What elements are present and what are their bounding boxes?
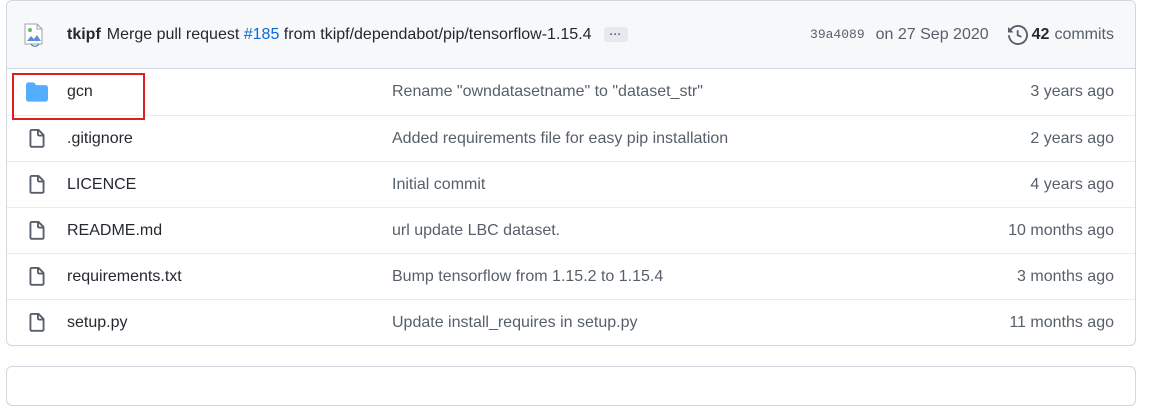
file-row[interactable]: .gitignore Added requirements file for ea…	[7, 115, 1135, 161]
file-icon	[26, 128, 48, 150]
file-list: gcn Rename "owndatasetname" to "dataset_s…	[7, 69, 1135, 345]
folder-icon	[26, 81, 48, 103]
file-name-link[interactable]: gcn	[67, 83, 392, 101]
file-name-link[interactable]: setup.py	[67, 314, 392, 332]
pull-request-link[interactable]: #185	[244, 26, 280, 43]
file-age: 10 months ago	[1008, 221, 1114, 239]
commits-label: commits	[1054, 25, 1114, 43]
file-row[interactable]: requirements.txt Bump tensorflow from 1.1…	[7, 253, 1135, 299]
file-commit-message-link[interactable]: Bump tensorflow from 1.15.2 to 1.15.4	[392, 268, 1017, 286]
commit-author-link[interactable]: tkipf	[67, 26, 101, 44]
file-icon	[26, 174, 48, 196]
file-row[interactable]: LICENCE Initial commit 4 years ago	[7, 161, 1135, 207]
file-commit-message-link[interactable]: Added requirements file for easy pip ins…	[392, 130, 1030, 148]
commit-count: 42	[1031, 25, 1050, 43]
file-icon	[26, 312, 48, 334]
file-browser: tkipf Merge pull request #185 from tkipf…	[6, 0, 1136, 346]
latest-commit-bar: tkipf Merge pull request #185 from tkipf…	[7, 1, 1135, 69]
file-age: 3 years ago	[1030, 83, 1114, 100]
file-row[interactable]: gcn Rename "owndatasetname" to "dataset_s…	[7, 69, 1135, 115]
expand-commit-button[interactable]: ...	[603, 27, 628, 42]
commit-date: on 27 Sep 2020	[875, 25, 989, 43]
history-icon	[1007, 24, 1028, 45]
broken-image-icon	[24, 23, 43, 47]
commit-history-link[interactable]: 42 commits	[1007, 24, 1114, 45]
file-age: 11 months ago	[1009, 313, 1114, 331]
file-name-link[interactable]: .gitignore	[67, 130, 392, 148]
file-commit-message-link[interactable]: url update LBC dataset.	[392, 222, 1008, 240]
commit-message[interactable]: Merge pull request #185 from tkipf/depen…	[107, 26, 592, 44]
file-age: 2 years ago	[1030, 129, 1114, 147]
file-icon	[26, 266, 48, 288]
file-icon	[26, 220, 48, 242]
commit-message-suffix[interactable]: from tkipf/dependabot/pip/tensorflow-1.1…	[284, 26, 592, 43]
file-row[interactable]: README.md url update LBC dataset. 10 month…	[7, 207, 1135, 253]
avatar[interactable]	[21, 22, 47, 48]
file-name-link[interactable]: requirements.txt	[67, 268, 392, 286]
commit-message-prefix[interactable]: Merge pull request	[107, 26, 240, 43]
file-name-link[interactable]: LICENCE	[67, 176, 392, 194]
file-commit-message-link[interactable]: Initial commit	[392, 176, 1030, 194]
file-row[interactable]: setup.py Update install_requires in setup…	[7, 299, 1135, 345]
commit-sha-link[interactable]: 39a4089	[810, 27, 865, 42]
file-age: 4 years ago	[1030, 175, 1114, 193]
file-commit-message-link[interactable]: Update install_requires in setup.py	[392, 314, 1009, 332]
readme-box	[6, 366, 1136, 406]
file-name-link[interactable]: README.md	[67, 222, 392, 240]
file-age: 3 months ago	[1017, 267, 1114, 285]
file-commit-message-link[interactable]: Rename "owndatasetname" to "dataset_str"	[392, 83, 1030, 101]
